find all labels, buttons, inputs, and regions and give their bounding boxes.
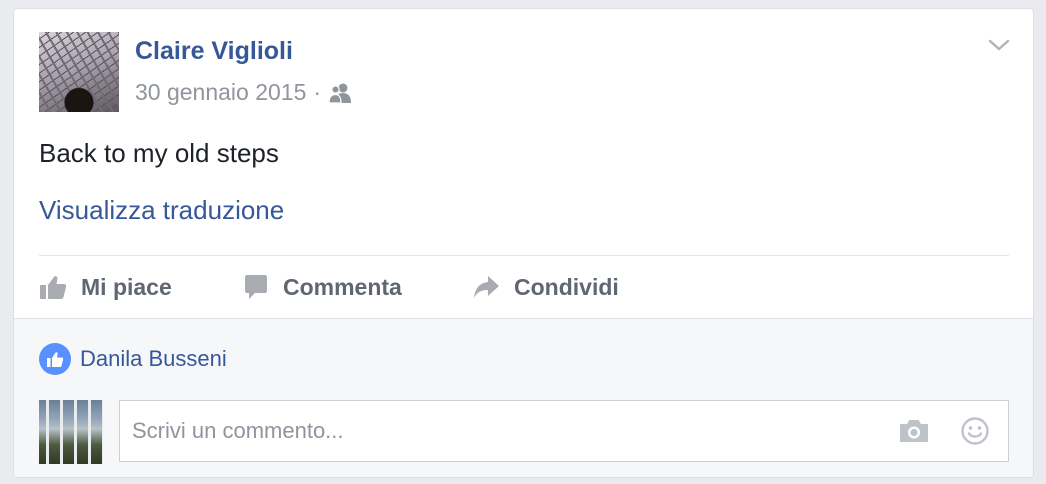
post-text: Back to my old steps <box>39 138 279 168</box>
friends-icon[interactable] <box>328 82 352 104</box>
camera-icon[interactable] <box>898 417 930 450</box>
post-meta: 30 gennaio 2015 · <box>135 79 352 106</box>
divider <box>39 255 1009 256</box>
thumbs-up-icon <box>40 276 67 299</box>
author-name[interactable]: Claire Viglioli <box>135 37 293 66</box>
liker-name[interactable]: Danila Busseni <box>80 346 227 372</box>
comment-placeholder: Scrivi un commento... <box>132 418 344 443</box>
share-label: Condividi <box>514 273 619 300</box>
smiley-icon[interactable] <box>960 416 990 451</box>
share-button[interactable]: Condividi <box>472 267 619 307</box>
post-card: Claire Viglioli 30 gennaio 2015 · Back t… <box>13 8 1034 478</box>
post-footer: Danila Busseni Scrivi un commento... <box>14 318 1033 477</box>
post-date[interactable]: 30 gennaio 2015 <box>135 79 306 106</box>
chevron-down-icon[interactable] <box>987 35 1011 55</box>
thumbs-up-icon <box>39 343 71 375</box>
comment-button[interactable]: Commenta <box>243 267 402 307</box>
like-label: Mi piace <box>81 273 172 300</box>
author-avatar[interactable] <box>39 32 119 112</box>
comment-input[interactable]: Scrivi un commento... <box>119 400 1009 462</box>
comment-label: Commenta <box>283 273 402 300</box>
likes-summary[interactable]: Danila Busseni <box>39 343 227 375</box>
comment-icon <box>245 275 267 299</box>
meta-separator: · <box>313 79 322 105</box>
like-button[interactable]: Mi piace <box>39 267 172 307</box>
current-user-avatar <box>39 400 103 464</box>
see-translation-link[interactable]: Visualizza traduzione <box>39 195 284 226</box>
share-arrow-icon <box>474 276 499 298</box>
